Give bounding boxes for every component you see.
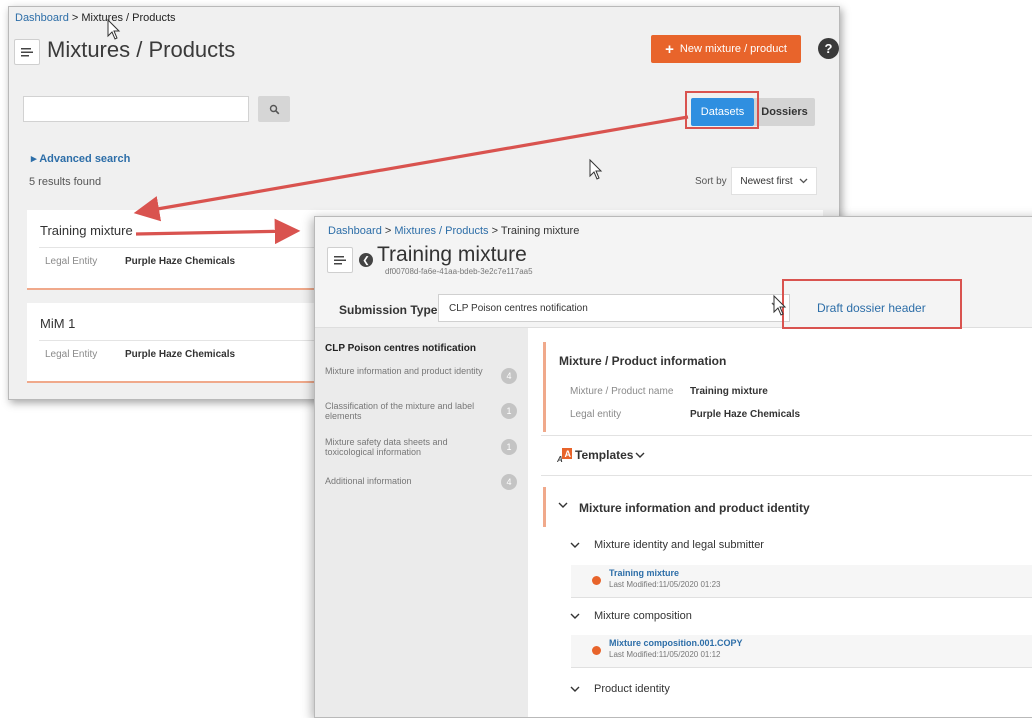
product-name-label: Mixture / Product name: [570, 386, 674, 397]
breadcrumb-separator: >: [71, 12, 79, 24]
menu-toggle-button[interactable]: [14, 39, 40, 65]
card-name[interactable]: Training mixture: [40, 223, 133, 238]
nav-count-badge: 1: [501, 403, 517, 419]
product-info-heading: Mixture / Product information: [559, 354, 727, 368]
chevron-down-icon[interactable]: [570, 613, 580, 620]
nav-item-mixture-info[interactable]: Mixture information and product identity: [325, 366, 493, 376]
mixture-detail-window: Dashboard > Mixtures / Products > Traini…: [314, 216, 1032, 718]
svg-text:A: A: [557, 455, 563, 463]
template-icon: AA: [557, 447, 573, 463]
advanced-search-label: Advanced search: [39, 153, 131, 165]
section-heading: Mixture information and product identity: [579, 501, 810, 515]
menu-toggle-button[interactable]: [327, 247, 353, 273]
sort-value: Newest first: [740, 175, 793, 187]
breadcrumb-separator: >: [384, 225, 392, 237]
record-item[interactable]: Mixture composition.001.COPY Last Modifi…: [571, 635, 1032, 668]
search-button[interactable]: [258, 96, 290, 122]
submission-type-value: CLP Poison centres notification: [449, 302, 588, 314]
datasets-highlight-box: [685, 91, 759, 129]
legal-entity-label: Legal entity: [570, 409, 622, 420]
help-button[interactable]: ?: [818, 38, 839, 59]
divider: [541, 435, 1032, 436]
hamburger-menu-icon: [334, 255, 346, 265]
section-mixture-identity[interactable]: Mixture information and product identity: [543, 487, 1032, 527]
breadcrumb: Dashboard > Mixtures / Products > Traini…: [328, 225, 579, 237]
breadcrumb-current: Training mixture: [500, 225, 580, 237]
breadcrumb: Dashboard > Mixtures / Products: [15, 12, 176, 24]
nav-item-additional-info[interactable]: Additional information: [325, 476, 493, 486]
dataset-uuid: df00708d-fa6e-41aa-bdeb-3e2c7e117aa5: [385, 267, 533, 276]
templates-dropdown[interactable]: AA Templates: [557, 447, 645, 463]
record-name-link[interactable]: Mixture composition.001.COPY: [609, 638, 743, 648]
card-field-label: Legal Entity: [45, 349, 98, 360]
nav-count-badge: 4: [501, 474, 517, 490]
record-modified: Last Modified:11/05/2020 01:23: [609, 580, 721, 589]
card-field-value: Purple Haze Chemicals: [125, 349, 236, 360]
status-dot-icon: [592, 646, 601, 655]
new-mixture-label: New mixture / product: [679, 43, 787, 55]
record-modified: Last Modified:11/05/2020 01:12: [609, 650, 721, 659]
status-dot-icon: [592, 576, 601, 585]
record-item[interactable]: Training mixture Last Modified:11/05/202…: [571, 565, 1032, 598]
svg-text:A: A: [565, 449, 572, 459]
templates-label: Templates: [575, 448, 634, 462]
chevron-down-icon: [799, 178, 808, 184]
hamburger-menu-icon: [21, 47, 33, 57]
advanced-search-link[interactable]: ▸ Advanced search: [31, 152, 130, 165]
breadcrumb-dashboard-link[interactable]: Dashboard: [328, 225, 382, 237]
search-icon: [269, 104, 280, 115]
caret-right-icon: ▸: [31, 153, 37, 165]
card-name[interactable]: MiM 1: [40, 316, 75, 331]
submission-type-label: Submission Type:: [339, 303, 442, 317]
submission-type-select[interactable]: CLP Poison centres notification: [438, 294, 790, 322]
subsection-title[interactable]: Mixture identity and legal submitter: [594, 539, 764, 551]
nav-title: CLP Poison centres notification: [325, 343, 476, 354]
nav-count-badge: 1: [501, 439, 517, 455]
search-input[interactable]: [23, 96, 249, 122]
back-arrow-icon[interactable]: ❮: [359, 253, 373, 267]
product-info-panel: Mixture / Product information Mixture / …: [543, 342, 1032, 432]
page-title: Mixtures / Products: [47, 37, 236, 62]
chevron-down-icon: [635, 452, 645, 459]
legal-entity-value: Purple Haze Chemicals: [690, 409, 801, 420]
chevron-down-icon[interactable]: [570, 686, 580, 693]
dossiers-toggle-button[interactable]: Dossiers: [754, 98, 815, 126]
card-field-label: Legal Entity: [45, 256, 98, 267]
divider: [541, 475, 1032, 476]
new-mixture-button[interactable]: + New mixture / product: [651, 35, 801, 63]
results-count: 5 results found: [29, 176, 102, 188]
card-field-value: Purple Haze Chemicals: [125, 256, 236, 267]
breadcrumb-separator: >: [491, 225, 499, 237]
chevron-down-icon: [771, 302, 781, 309]
nav-item-classification[interactable]: Classification of the mixture and label …: [325, 401, 493, 421]
sort-select[interactable]: Newest first: [731, 167, 817, 195]
nav-item-safety-data[interactable]: Mixture safety data sheets and toxicolog…: [325, 437, 493, 457]
nav-count-badge: 4: [501, 368, 517, 384]
section-nav: CLP Poison centres notification Mixture …: [315, 328, 528, 717]
chevron-down-icon[interactable]: [570, 542, 580, 549]
breadcrumb-current: Mixtures / Products: [81, 12, 176, 24]
product-name-value: Training mixture: [690, 386, 768, 397]
breadcrumb-mixtures-link[interactable]: Mixtures / Products: [394, 225, 488, 237]
chevron-down-icon: [558, 502, 568, 509]
page-title: Training mixture: [377, 243, 527, 266]
plus-icon: +: [665, 40, 674, 58]
subsection-title[interactable]: Product identity: [594, 683, 670, 695]
record-name-link[interactable]: Training mixture: [609, 568, 679, 578]
sort-label: Sort by: [695, 176, 727, 187]
draft-dossier-highlight-box: [782, 279, 962, 329]
subsection-title[interactable]: Mixture composition: [594, 610, 692, 622]
breadcrumb-dashboard-link[interactable]: Dashboard: [15, 12, 69, 24]
